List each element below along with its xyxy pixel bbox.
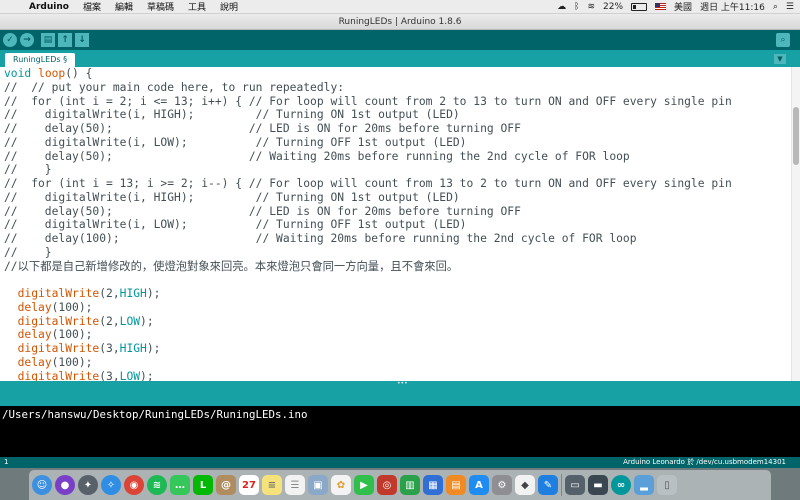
- app-store-icon[interactable]: A: [469, 475, 489, 495]
- code-line[interactable]: void loop() {: [4, 67, 732, 81]
- menu-item-file[interactable]: 檔案: [76, 0, 108, 13]
- upload-icon[interactable]: →: [20, 33, 34, 47]
- code-line[interactable]: // digitalWrite(i, HIGH); // Turning ON …: [4, 191, 732, 205]
- xcode-icon[interactable]: ✎: [538, 475, 558, 495]
- console-output: /Users/hanswu/Desktop/RuningLEDs/RuningL…: [2, 408, 308, 421]
- chrome-icon[interactable]: ◉: [124, 475, 144, 495]
- tab-strip: RuningLEDs § ▼: [0, 50, 800, 67]
- toolbar: ✓ → ▤ ↑ ↓ ⌕: [0, 30, 800, 50]
- trash-icon[interactable]: ▯: [657, 475, 677, 495]
- menu-item-tools[interactable]: 工具: [181, 0, 213, 13]
- system-preferences-icon[interactable]: ⚙: [492, 475, 512, 495]
- battery-percent[interactable]: 22%: [603, 2, 623, 12]
- siri-icon[interactable]: ●: [55, 475, 75, 495]
- ibooks-icon[interactable]: ▤: [446, 475, 466, 495]
- code-line[interactable]: delay(100);: [4, 301, 732, 315]
- divider-grip-icon[interactable]: •••: [397, 381, 408, 387]
- code-line[interactable]: digitalWrite(3,LOW);: [4, 370, 732, 382]
- menu-bar: Arduino 檔案 編輯 草稿碼 工具 說明 ☁ ᛒ ≋ 22% 美國 週日 …: [0, 0, 800, 14]
- editor-console-divider[interactable]: •••: [0, 381, 800, 406]
- code-line[interactable]: // digitalWrite(i, LOW); // Turning OFF …: [4, 136, 732, 150]
- verify-icon[interactable]: ✓: [3, 33, 17, 47]
- launchpad-icon[interactable]: ✦: [78, 475, 98, 495]
- code-line[interactable]: // delay(50); // LED is ON for 20ms befo…: [4, 205, 732, 219]
- code-line[interactable]: // delay(50); // LED is ON for 20ms befo…: [4, 122, 732, 136]
- us-flag-icon[interactable]: [655, 3, 667, 10]
- status-line-number: 1: [4, 458, 9, 466]
- window-title: RuningLEDs | Arduino 1.8.6: [0, 14, 800, 30]
- status-bar: 1 Arduino Leonardo 於 /dev/cu.usbmodem143…: [0, 457, 800, 468]
- input-method[interactable]: 美國: [674, 0, 692, 13]
- code-line[interactable]: // // put your main code here, to run re…: [4, 81, 732, 95]
- code-line[interactable]: digitalWrite(3,HIGH);: [4, 342, 732, 356]
- notification-center-icon[interactable]: ☰: [786, 2, 794, 12]
- photos-icon[interactable]: ✿: [331, 475, 351, 495]
- code-line[interactable]: // }: [4, 246, 732, 260]
- scroll-thumb[interactable]: [793, 107, 799, 165]
- roblox-icon[interactable]: ◆: [515, 475, 535, 495]
- code-line[interactable]: digitalWrite(2,HIGH);: [4, 287, 732, 301]
- menu-item-arduino[interactable]: Arduino: [22, 2, 76, 12]
- editor-scrollbar[interactable]: [791, 67, 800, 381]
- dock: ☺ ● ✦ ✧ ◉ ≋… L @27 ≡ ☰ ▣ ✿ ▶ ◎ ▥ ▦ ▤ A ⚙ ◆ ✎ ▭ ▬ ∞ ▂ ▯: [29, 470, 771, 500]
- console: /Users/hanswu/Desktop/RuningLEDs/RuningL…: [0, 406, 800, 457]
- code-line[interactable]: delay(100);: [4, 328, 732, 342]
- cloud-icon[interactable]: ☁: [557, 2, 566, 12]
- status-tray: ☁ ᛒ ≋ 22% 美國 週日 上午11:16 ⌕ ☰: [557, 0, 800, 14]
- code-line[interactable]: // delay(50); // Waiting 20ms before run…: [4, 150, 732, 164]
- finder-icon[interactable]: ☺: [32, 475, 52, 495]
- code-line[interactable]: // digitalWrite(i, HIGH); // Turning ON …: [4, 108, 732, 122]
- photo-booth-icon[interactable]: ◎: [377, 475, 397, 495]
- dock-separator: [561, 474, 562, 496]
- magnifier-icon[interactable]: ⌕: [776, 33, 790, 47]
- code-editor[interactable]: void loop() {// // put your main code he…: [0, 67, 800, 381]
- code-line[interactable]: //以下都是自己新增修改的，使燈泡對象來回亮。本來燈泡只會同一方向量，且不會來回…: [4, 260, 732, 274]
- menubar-clock[interactable]: 週日 上午11:16: [700, 0, 765, 13]
- notes-icon[interactable]: ≡: [262, 475, 282, 495]
- menu-item-edit[interactable]: 編輯: [108, 0, 140, 13]
- spotify-icon[interactable]: ≋: [147, 475, 167, 495]
- facetime-icon[interactable]: ▶: [354, 475, 374, 495]
- code-line[interactable]: // digitalWrite(i, LOW); // Turning OFF …: [4, 218, 732, 232]
- code-line[interactable]: // }: [4, 163, 732, 177]
- bluetooth-icon[interactable]: ᛒ: [574, 2, 579, 12]
- numbers-icon[interactable]: ▥: [400, 475, 420, 495]
- tab-menu-icon[interactable]: ▼: [774, 54, 786, 64]
- code-text[interactable]: void loop() {// // put your main code he…: [4, 67, 732, 381]
- save-icon[interactable]: ↓: [75, 33, 89, 47]
- battery-icon[interactable]: [631, 2, 648, 11]
- arduino-icon[interactable]: ∞: [611, 475, 631, 495]
- menu-item-help[interactable]: 說明: [213, 0, 245, 13]
- code-line[interactable]: // for (int i = 13; i >= 2; i--) { // Fo…: [4, 177, 732, 191]
- spotlight-icon[interactable]: ⌕: [773, 2, 778, 12]
- monitor-icon[interactable]: ▬: [588, 475, 608, 495]
- safari-icon[interactable]: ✧: [101, 475, 121, 495]
- line-icon[interactable]: L: [193, 475, 213, 495]
- screenshot-icon[interactable]: ▭: [565, 475, 585, 495]
- messages-icon[interactable]: …: [170, 475, 190, 495]
- status-board: Arduino Leonardo 於 /dev/cu.usbmodem14301: [623, 458, 786, 466]
- calendar-icon[interactable]: 27: [239, 475, 259, 495]
- tab-runingleds[interactable]: RuningLEDs §: [5, 53, 76, 67]
- code-line[interactable]: [4, 273, 732, 287]
- code-line[interactable]: // for (int i = 2; i <= 13; i++) { // Fo…: [4, 95, 732, 109]
- code-line[interactable]: digitalWrite(2,LOW);: [4, 315, 732, 329]
- code-line[interactable]: // delay(100); // Waiting 20ms before ru…: [4, 232, 732, 246]
- reminders-icon[interactable]: ☰: [285, 475, 305, 495]
- menu-item-sketch[interactable]: 草稿碼: [140, 0, 181, 13]
- code-line[interactable]: delay(100);: [4, 356, 732, 370]
- wifi-icon[interactable]: ≋: [587, 2, 595, 12]
- open-icon[interactable]: ↑: [58, 33, 72, 47]
- new-icon[interactable]: ▤: [41, 33, 55, 47]
- contacts-icon[interactable]: @: [216, 475, 236, 495]
- keynote-icon[interactable]: ▦: [423, 475, 443, 495]
- preview-icon[interactable]: ▣: [308, 475, 328, 495]
- folder-icon[interactable]: ▂: [634, 475, 654, 495]
